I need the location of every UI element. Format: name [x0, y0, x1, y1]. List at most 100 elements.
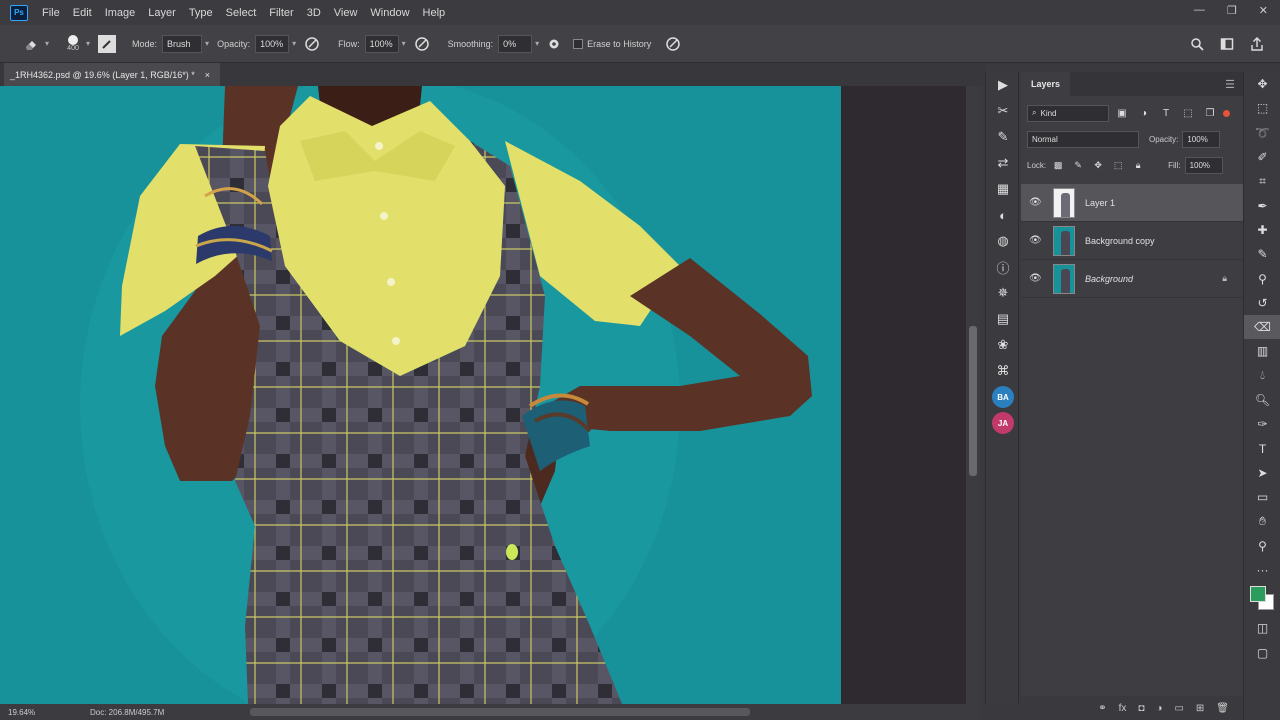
menu-window[interactable]: Window: [370, 7, 409, 19]
transform-icon[interactable]: ⌘: [986, 358, 1020, 384]
visibility-eye-icon[interactable]: 👁︎: [1029, 235, 1043, 246]
screen-mode-icon[interactable]: ▢: [1244, 641, 1280, 665]
close-window-button[interactable]: ✕: [1259, 4, 1268, 17]
plugin-red-button[interactable]: JA: [986, 410, 1020, 436]
lasso-icon[interactable]: ➰: [1244, 121, 1280, 145]
eyedropper-icon[interactable]: ✒: [1244, 193, 1280, 217]
share-icon[interactable]: [1250, 36, 1264, 51]
horizontal-scrollbar[interactable]: [250, 708, 750, 716]
rectangle-icon[interactable]: ▭: [1244, 485, 1280, 509]
document-tab[interactable]: _1RH4362.psd @ 19.6% (Layer 1, RGB/16*) …: [4, 63, 220, 86]
new-adjustment-icon[interactable]: ◑: [1156, 703, 1162, 714]
layer-row-layer-1[interactable]: 👁︎ Layer 1: [1021, 184, 1243, 222]
eraser-tool-preset-icon[interactable]: [20, 36, 42, 52]
filter-kind-select[interactable]: ⌕ Kind: [1027, 104, 1109, 122]
chevron-down-icon[interactable]: ▾: [535, 39, 539, 48]
delete-layer-icon[interactable]: 🗑︎: [1216, 703, 1229, 714]
photo-canvas[interactable]: [0, 86, 841, 704]
vertical-scroll-thumb[interactable]: [969, 326, 977, 476]
lock-pixels-icon[interactable]: ✎: [1070, 160, 1086, 171]
more-tools-icon[interactable]: ···: [1244, 558, 1280, 582]
close-tab-icon[interactable]: ×: [205, 70, 210, 80]
layer-opacity-input[interactable]: 100%: [1182, 130, 1221, 148]
blend-mode-select[interactable]: Normal: [1027, 130, 1139, 148]
minimize-button[interactable]: —: [1194, 4, 1205, 17]
plugin-blue-button[interactable]: BA: [986, 384, 1020, 410]
tool-presets-icon[interactable]: ✂: [986, 98, 1020, 124]
brush-icon[interactable]: ✎: [1244, 242, 1280, 266]
type-icon[interactable]: T: [1244, 436, 1280, 460]
clone-stamp-icon[interactable]: ⚲: [1244, 266, 1280, 290]
smoothing-input[interactable]: 0%: [498, 34, 533, 53]
search-icon[interactable]: [1190, 37, 1204, 51]
adjustments-icon[interactable]: ⇄: [986, 150, 1020, 176]
actions-play-icon[interactable]: ▶: [986, 72, 1020, 98]
navigator-icon[interactable]: ✵: [986, 280, 1020, 306]
chevron-down-icon[interactable]: ▾: [45, 39, 49, 48]
hand-icon[interactable]: ✋︎: [1244, 509, 1280, 533]
gradient-icon[interactable]: ▥: [1244, 339, 1280, 363]
filter-toggle-icon[interactable]: [1223, 109, 1230, 117]
menu-layer[interactable]: Layer: [148, 7, 176, 19]
menu-filter[interactable]: Filter: [269, 7, 293, 19]
flow-input[interactable]: 100%: [364, 34, 399, 53]
pixel-filter-icon[interactable]: ▣: [1113, 108, 1131, 119]
chevron-down-icon[interactable]: ▾: [205, 39, 209, 48]
color-swatches[interactable]: [1244, 582, 1280, 616]
visibility-eye-icon[interactable]: 👁︎: [1029, 273, 1043, 284]
channels-icon[interactable]: ❀: [986, 332, 1020, 358]
clone-source-icon[interactable]: ◐: [986, 202, 1020, 228]
mode-select[interactable]: Brush: [162, 34, 203, 53]
quick-select-icon[interactable]: ✐: [1244, 145, 1280, 169]
pen-icon[interactable]: ✑: [1244, 412, 1280, 436]
chevron-down-icon[interactable]: ▾: [402, 39, 406, 48]
layers-tab[interactable]: Layers: [1021, 72, 1071, 96]
photoshop-logo[interactable]: Ps: [10, 4, 28, 21]
menu-view[interactable]: View: [334, 7, 358, 19]
menu-file[interactable]: File: [42, 7, 60, 19]
brush-settings-icon[interactable]: [98, 34, 117, 53]
dodge-icon[interactable]: 🔍︎: [1244, 388, 1280, 412]
lock-all-icon[interactable]: 🔒︎: [1130, 160, 1146, 171]
layer-row-background[interactable]: 👁︎ Background 🔒︎: [1021, 260, 1243, 298]
opacity-input[interactable]: 100%: [255, 34, 290, 53]
paths-icon[interactable]: ◍: [986, 228, 1020, 254]
brush-panel-icon[interactable]: ✎: [986, 124, 1020, 150]
canvas-area[interactable]: [0, 86, 966, 704]
menu-select[interactable]: Select: [226, 7, 257, 19]
pressure-opacity-icon[interactable]: [304, 36, 320, 52]
erase-to-history-checkbox[interactable]: [573, 38, 584, 49]
move-icon[interactable]: ✥: [1244, 72, 1280, 96]
lock-transparent-icon[interactable]: ▩: [1050, 160, 1066, 171]
chevron-down-icon[interactable]: ▾: [86, 39, 90, 48]
add-mask-icon[interactable]: ◘: [1138, 703, 1144, 714]
type-filter-icon[interactable]: T: [1157, 108, 1175, 119]
chevron-down-icon[interactable]: ▾: [292, 39, 296, 48]
pressure-size-icon[interactable]: [665, 36, 681, 52]
layer-name[interactable]: Layer 1: [1085, 198, 1115, 208]
layer-row-background-copy[interactable]: 👁︎ Background copy: [1021, 222, 1243, 260]
menu-3d[interactable]: 3D: [307, 7, 321, 19]
new-layer-icon[interactable]: ⊞: [1196, 703, 1204, 714]
info-icon[interactable]: ⓘ: [986, 254, 1020, 280]
properties-icon[interactable]: ▤: [986, 306, 1020, 332]
path-select-icon[interactable]: ➤: [1244, 461, 1280, 485]
styles-icon[interactable]: ▦: [986, 176, 1020, 202]
shape-filter-icon[interactable]: ⬚: [1179, 108, 1197, 119]
smart-object-filter-icon[interactable]: ❐: [1201, 108, 1219, 119]
adjustment-filter-icon[interactable]: ◑: [1135, 108, 1153, 119]
new-group-icon[interactable]: ▭: [1174, 703, 1183, 714]
lock-position-icon[interactable]: ✥: [1090, 160, 1106, 171]
brush-size-picker[interactable]: 400: [63, 35, 83, 52]
restore-button[interactable]: ❐: [1227, 4, 1237, 17]
workspace-icon[interactable]: [1220, 37, 1234, 51]
lock-artboard-icon[interactable]: ⬚: [1110, 160, 1126, 171]
menu-image[interactable]: Image: [105, 7, 136, 19]
vertical-scrollbar[interactable]: [966, 86, 980, 704]
menu-type[interactable]: Type: [189, 7, 213, 19]
zoom-icon[interactable]: ⚲: [1244, 534, 1280, 558]
zoom-level[interactable]: 19.64%: [8, 708, 50, 717]
history-brush-icon[interactable]: ↺: [1244, 291, 1280, 315]
layer-style-icon[interactable]: fx: [1119, 703, 1127, 714]
airbrush-icon[interactable]: [414, 36, 430, 52]
